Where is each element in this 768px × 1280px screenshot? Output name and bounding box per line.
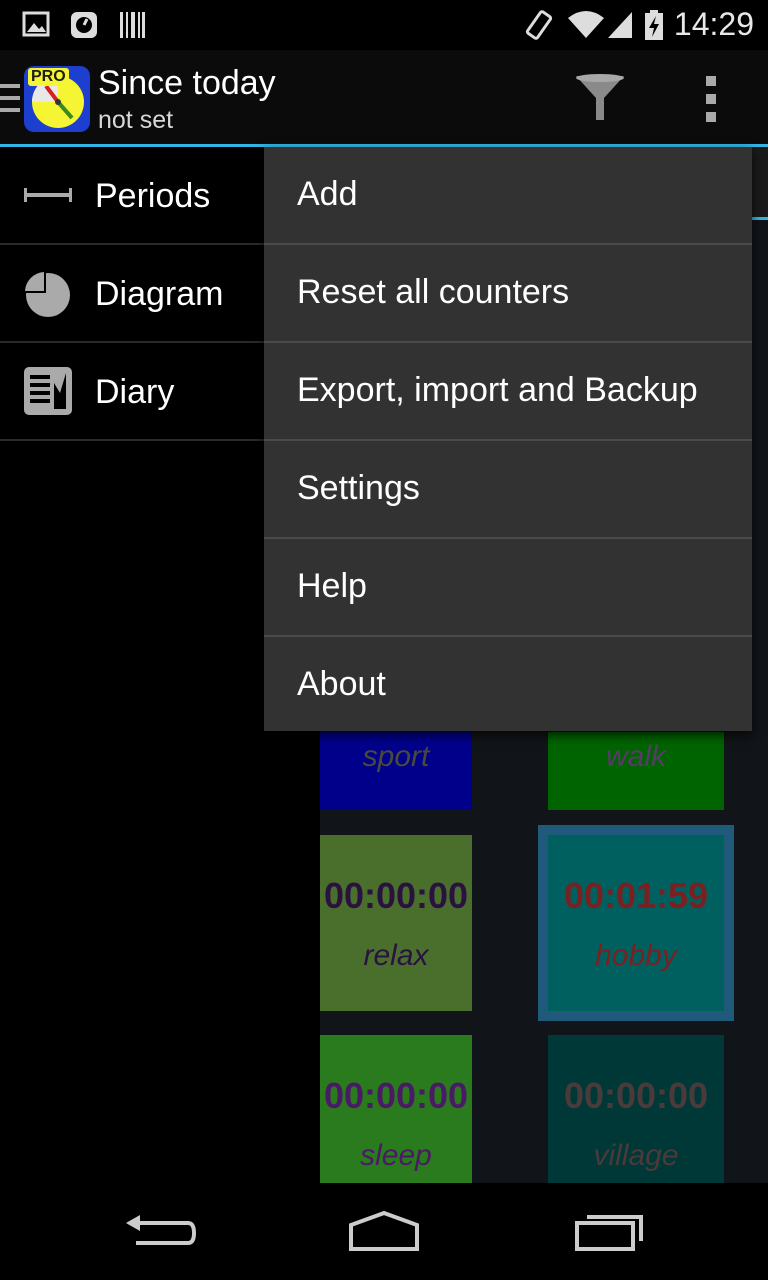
image-icon <box>22 11 50 37</box>
diary-icon <box>24 367 72 415</box>
pie-chart-icon <box>23 270 70 317</box>
recent-apps-icon <box>575 1215 643 1251</box>
home-button[interactable] <box>339 1203 429 1259</box>
tile-time: 00:01:59 <box>563 875 709 916</box>
menu-item-label: Add <box>297 175 358 213</box>
recent-apps-button[interactable] <box>565 1203 655 1259</box>
system-navigation-bar <box>0 1183 768 1280</box>
menu-item-label: Help <box>297 567 367 605</box>
tile-name: village <box>593 1139 679 1172</box>
pro-badge: PRO <box>28 68 69 86</box>
menu-item-label: About <box>297 665 386 703</box>
drawer-item-label: Diagram <box>95 275 224 313</box>
signal-icon <box>608 12 632 38</box>
drawer-item-label: Diary <box>95 373 175 411</box>
hamburger-icon <box>0 84 20 112</box>
screen-rotation-icon <box>525 10 553 40</box>
menu-item-about[interactable]: About <box>264 637 752 733</box>
tile-name: relax <box>363 939 429 972</box>
tile-name: walk <box>605 740 666 773</box>
overflow-menu: Add Reset all counters Export, import an… <box>264 147 752 731</box>
filter-icon <box>576 74 624 120</box>
barcode-icon <box>120 12 145 38</box>
menu-item-label: Export, import and Backup <box>297 371 698 409</box>
menu-item-label: Reset all counters <box>297 273 570 311</box>
counter-tile-sleep[interactable]: 00:00:00 sleep <box>320 1035 472 1183</box>
menu-item-settings[interactable]: Settings <box>264 441 752 539</box>
home-icon <box>349 1210 419 1251</box>
back-icon <box>126 1215 197 1245</box>
counter-tile-village[interactable]: 00:00:00 village <box>548 1035 724 1183</box>
filter-button[interactable] <box>568 70 632 126</box>
tile-time: 00:00:00 <box>323 875 469 916</box>
status-bar: 14:29 <box>0 0 768 50</box>
counter-tile-relax[interactable]: 00:00:00 relax <box>320 835 472 1011</box>
wifi-icon <box>568 11 604 38</box>
tab-strip-edge <box>752 147 768 220</box>
action-bar-title[interactable]: Since today <box>98 64 276 103</box>
tile-name: sleep <box>360 1139 432 1172</box>
tile-time: 00:00:00 <box>323 1075 469 1116</box>
counter-tile-hobby[interactable]: 00:01:59 hobby <box>538 825 734 1021</box>
back-button[interactable] <box>114 1203 204 1259</box>
drawer-item-label: Periods <box>95 177 211 215</box>
app-logo[interactable]: PRO <box>24 66 90 132</box>
overflow-menu-icon <box>706 76 716 122</box>
tile-time: 00:00:00 <box>563 1075 709 1116</box>
drawer-toggle[interactable] <box>0 82 22 116</box>
tile-inner: 00:01:59 hobby <box>548 835 724 1011</box>
tile-name: sport <box>362 740 430 773</box>
clock-time: 14:29 <box>673 6 754 42</box>
action-bar-subtitle[interactable]: not set <box>98 106 173 135</box>
menu-item-reset-all-counters[interactable]: Reset all counters <box>264 245 752 343</box>
overflow-menu-button[interactable] <box>694 72 730 126</box>
battery-charging-icon <box>645 10 663 40</box>
menu-item-label: Settings <box>297 469 420 507</box>
counter-tile-walk[interactable]: walk <box>548 732 724 810</box>
period-icon <box>24 188 72 202</box>
tile-name: hobby <box>595 939 677 972</box>
menu-item-export-import-backup[interactable]: Export, import and Backup <box>264 343 752 441</box>
clock-icon <box>71 12 97 38</box>
counter-tile-sport[interactable]: sport <box>320 732 472 810</box>
menu-item-help[interactable]: Help <box>264 539 752 637</box>
menu-item-add[interactable]: Add <box>264 147 752 245</box>
